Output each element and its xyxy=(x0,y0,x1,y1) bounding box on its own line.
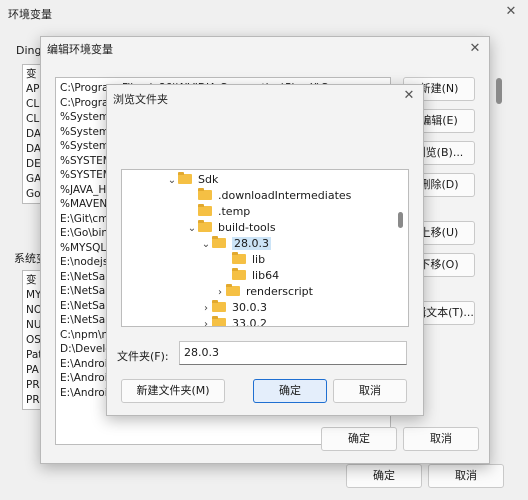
env-window-title: 环境变量 xyxy=(8,8,52,21)
edit-window-scrollbar[interactable] xyxy=(496,78,502,104)
folder-field-label: 文件夹(F): xyxy=(117,350,169,363)
tree-item[interactable]: .temp xyxy=(186,204,250,220)
folder-icon xyxy=(198,188,212,200)
folder-icon xyxy=(198,220,212,232)
env-close-icon[interactable]: ✕ xyxy=(503,4,519,20)
folder-tree-scrollbar[interactable] xyxy=(398,212,403,228)
tree-item-label: 30.0.3 xyxy=(232,301,267,314)
chevron-right-icon[interactable]: › xyxy=(200,301,212,317)
tree-item[interactable]: lib xyxy=(220,252,265,268)
chevron-down-icon[interactable]: ⌄ xyxy=(200,237,212,253)
edit-cancel-button[interactable]: 取消 xyxy=(403,427,479,451)
tree-item[interactable]: › renderscript xyxy=(214,284,313,300)
folder-icon xyxy=(212,316,226,326)
tree-item-label: lib64 xyxy=(252,269,280,282)
new-folder-button[interactable]: 新建文件夹(M) xyxy=(121,379,225,403)
tree-item[interactable]: ⌄ 28.0.3 xyxy=(200,236,271,252)
browse-dialog-title: 浏览文件夹 xyxy=(113,93,168,106)
folder-icon xyxy=(212,236,226,248)
folder-tree[interactable]: ⌄ Sdk .downloadIntermediates .temp ⌄ build-to… xyxy=(121,169,409,327)
tree-item-label: .temp xyxy=(218,205,251,218)
tree-item-label: lib xyxy=(252,253,266,266)
chevron-down-icon[interactable]: ⌄ xyxy=(186,221,198,237)
edit-ok-button[interactable]: 确定 xyxy=(321,427,397,451)
edit-close-icon[interactable]: ✕ xyxy=(467,41,483,57)
tree-item-label: renderscript xyxy=(246,285,313,298)
browse-close-icon[interactable]: ✕ xyxy=(401,88,417,104)
tree-item[interactable]: ⌄ build-tools xyxy=(186,220,276,236)
browse-ok-button[interactable]: 确定 xyxy=(253,379,327,403)
folder-input[interactable]: 28.0.3 xyxy=(179,341,407,365)
tree-item[interactable]: lib64 xyxy=(220,268,279,284)
env-ok-button[interactable]: 确定 xyxy=(346,464,422,488)
browse-folder-dialog: 浏览文件夹 ✕ ⌄ Sdk .downloadIntermediates .temp ⌄… xyxy=(106,84,424,416)
tree-item-label: 33.0.2 xyxy=(232,317,267,327)
edit-window-title: 编辑环境变量 xyxy=(47,43,113,56)
tree-item-label: build-tools xyxy=(218,221,276,234)
tree-item-label: .downloadIntermediates xyxy=(218,189,352,202)
folder-icon xyxy=(232,268,246,280)
tree-item[interactable]: › 30.0.3 xyxy=(200,300,267,316)
tree-item[interactable]: ⌄ Sdk xyxy=(166,172,218,188)
tree-item-label: 28.0.3 xyxy=(232,237,271,250)
user-section-label: Ding xyxy=(16,44,40,57)
tree-item[interactable]: › 33.0.2 xyxy=(200,316,267,327)
tree-item[interactable]: .downloadIntermediates xyxy=(186,188,351,204)
chevron-right-icon[interactable]: › xyxy=(214,285,226,301)
tree-item-label: Sdk xyxy=(198,173,219,186)
chevron-right-icon[interactable]: › xyxy=(200,317,212,326)
system-section-label: 系统变 xyxy=(14,252,40,265)
browse-cancel-button[interactable]: 取消 xyxy=(333,379,407,403)
folder-icon xyxy=(178,172,192,184)
folder-icon xyxy=(198,204,212,216)
folder-icon xyxy=(226,284,240,296)
folder-icon xyxy=(232,252,246,264)
env-cancel-button[interactable]: 取消 xyxy=(428,464,504,488)
chevron-down-icon[interactable]: ⌄ xyxy=(166,173,178,189)
folder-icon xyxy=(212,300,226,312)
